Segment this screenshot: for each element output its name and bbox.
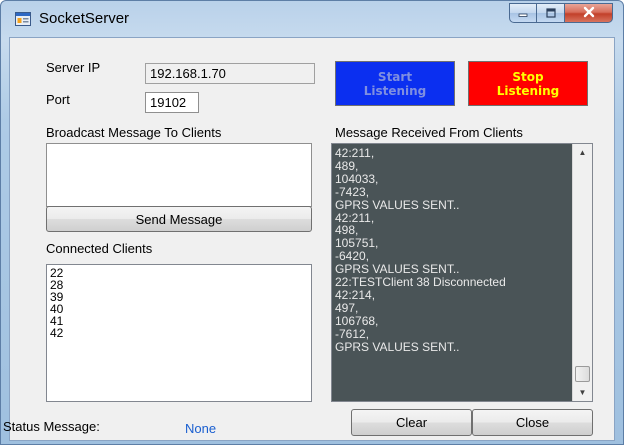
list-item[interactable]: 39 [50,291,308,303]
message-line: 42:214, [335,287,376,302]
scroll-down-arrow-icon[interactable]: ▼ [573,384,592,401]
connected-clients-label: Connected Clients [46,241,153,256]
close-button[interactable]: Close [472,409,593,436]
list-item[interactable]: 28 [50,279,308,291]
list-item[interactable]: 40 [50,303,308,315]
start-button-label-line1: Start [377,69,413,84]
message-line: 42:211, [335,147,375,160]
message-line: -7423, [335,184,370,199]
message-line: 42:211, [335,210,375,225]
server-ip-label: Server IP [46,60,101,75]
messages-received-box[interactable]: 42:211, 489, 104033, -7423, GPRS VALUES … [331,143,593,402]
message-line: GPRS VALUES SENT.. [335,197,460,212]
broadcast-label: Broadcast Message To Clients [46,125,222,140]
message-line: -7612, [335,326,370,341]
start-listening-button[interactable]: Start Listening [335,61,455,106]
server-ip-field[interactable]: 192.168.1.70 [145,63,315,84]
stop-listening-button[interactable]: Stop Listening [468,61,588,106]
list-item[interactable]: 41 [50,315,308,327]
message-line: 105751, [335,236,379,251]
messages-received-label: Message Received From Clients [335,125,523,140]
client-area: Server IP 192.168.1.70 Port 19102 Start L… [3,37,615,441]
caption-buttons [509,3,613,25]
close-window-button[interactable] [565,3,613,23]
message-line: 106768, [335,313,379,328]
application-icon[interactable] [15,11,31,27]
stop-button-label-line1: Stop [512,69,544,84]
scroll-up-arrow-icon[interactable]: ▲ [573,144,592,161]
message-line: 489, [335,158,359,173]
messages-text: 42:211, 489, 104033, -7423, GPRS VALUES … [335,147,570,401]
messages-scrollbar[interactable]: ▲ ▼ [572,144,592,401]
broadcast-message-input[interactable] [46,143,312,207]
maximize-icon [545,6,557,21]
minimize-icon [517,6,529,21]
window-title: SocketServer [39,10,130,27]
window-frame: SocketServer Server IP 192.168.1.70 Port… [0,0,624,445]
clear-button[interactable]: Clear [351,409,472,436]
message-line: GPRS VALUES SENT.. [335,339,460,354]
message-line: 104033, [335,171,379,186]
send-message-button[interactable]: Send Message [46,206,312,232]
port-label: Port [46,92,70,107]
list-item[interactable]: 22 [50,267,308,279]
status-message-value: None [185,421,217,436]
minimize-button[interactable] [509,3,537,23]
message-line: 497, [335,300,359,315]
maximize-button[interactable] [537,3,565,23]
scroll-thumb[interactable] [575,366,590,382]
title-bar[interactable]: SocketServer [1,1,623,37]
connected-clients-list[interactable]: 22 28 39 40 41 42 [46,264,312,402]
port-field[interactable]: 19102 [145,92,199,113]
list-item[interactable]: 42 [50,327,308,339]
status-message-label: Status Message: [3,419,100,434]
close-icon [582,6,596,21]
start-button-label-line2: Listening [363,83,427,98]
stop-button-label-line2: Listening [496,83,560,98]
